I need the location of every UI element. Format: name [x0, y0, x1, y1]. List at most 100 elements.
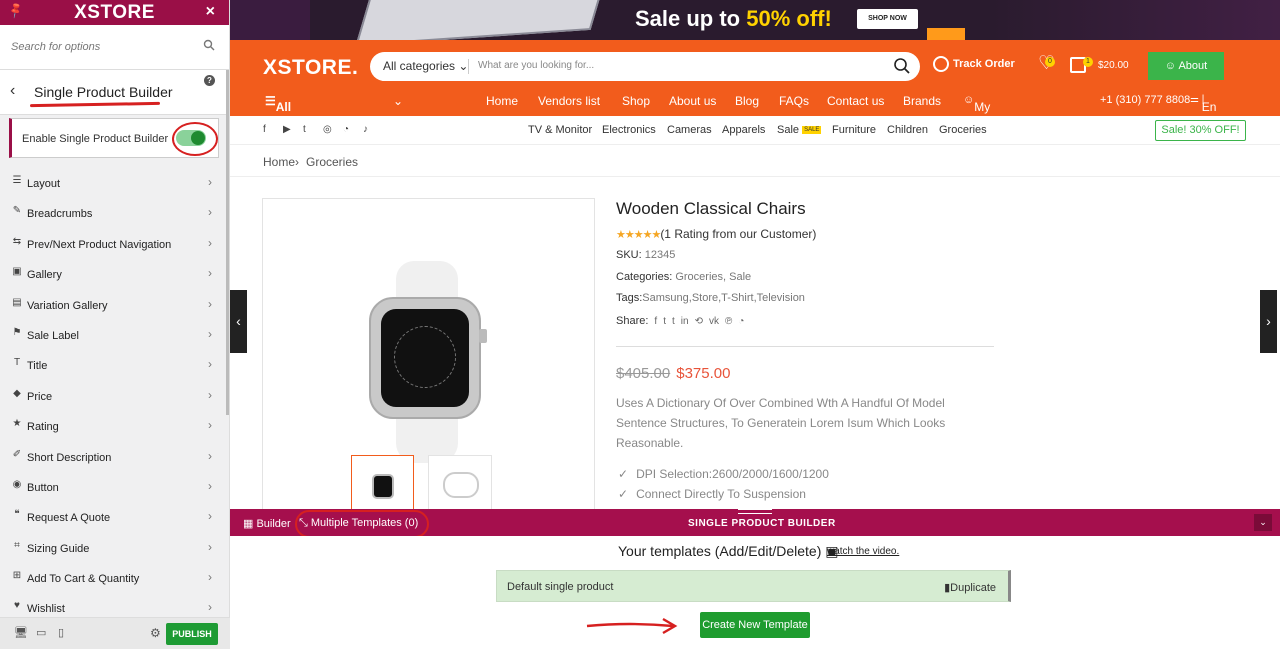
sidebar-scrollbar[interactable] — [226, 70, 229, 415]
sidebar-item-add-to-cart-quantity[interactable]: ⊞ Add To Cart & Quantity › — [0, 563, 230, 593]
linkedin-icon[interactable]: in — [681, 316, 689, 327]
category-link[interactable]: TV & Monitor — [528, 124, 592, 136]
twitter-icon[interactable]: t — [303, 124, 306, 135]
back-arrow-icon[interactable]: ‹ — [10, 82, 15, 100]
category-select[interactable]: All categories ⌄ — [383, 59, 468, 73]
departments-menu[interactable]: ☰ All Departments — [265, 94, 349, 128]
category-link[interactable]: Groceries — [939, 124, 987, 136]
sidebar-search[interactable]: Search for options — [0, 25, 229, 70]
category-link[interactable]: Furniture — [832, 124, 876, 136]
mobile-preview-icon[interactable]: ▯ — [58, 626, 64, 639]
rating-stars-icon: ★★★★★ — [616, 229, 661, 241]
sale-offer-badge[interactable]: Sale! 30% OFF! — [1155, 120, 1246, 141]
cart-amount[interactable]: $20.00 — [1098, 60, 1129, 71]
publish-button[interactable]: PUBLISH — [166, 623, 218, 645]
whatsapp-icon[interactable]: ◔ — [343, 124, 349, 135]
nav-item-faqs[interactable]: FAQs — [779, 94, 809, 108]
watch-video-link[interactable]: watch the video. — [827, 546, 899, 557]
categories-value[interactable]: Groceries, Sale — [675, 271, 751, 283]
sidebar-item-sizing-guide[interactable]: ⌗ Sizing Guide › — [0, 533, 230, 563]
facebook-icon[interactable]: f — [263, 124, 266, 135]
product-rating: ★★★★★(1 Rating from our Customer) — [616, 227, 816, 241]
twitter-icon[interactable]: t — [663, 316, 666, 327]
desktop-preview-icon[interactable]: 🖥 — [14, 626, 28, 639]
product-categories: Categories: Groceries, Sale — [616, 271, 751, 283]
instagram-icon[interactable]: ◎ — [323, 124, 332, 135]
gear-icon[interactable]: ⚙ — [150, 626, 161, 640]
chevron-right-icon: › — [208, 387, 212, 402]
duplicate-button[interactable]: ▮Duplicate — [944, 581, 996, 594]
tumblr-icon[interactable]: t — [672, 316, 675, 327]
tablet-preview-icon[interactable]: ▭ — [36, 626, 46, 639]
share-icon[interactable]: ⟲ — [695, 316, 703, 327]
nav-item-shop[interactable]: Shop — [622, 94, 650, 108]
sidebar-item-layout[interactable]: ☰ Layout › — [0, 168, 230, 198]
tiktok-icon[interactable]: ♪ — [363, 124, 368, 135]
site-logo[interactable]: XSTORE. — [263, 56, 358, 80]
rating-text[interactable]: (1 Rating from our Customer) — [660, 227, 816, 241]
account-link[interactable]: ☺ My account — [963, 94, 1016, 128]
whatsapp-icon[interactable]: ◔ — [738, 316, 744, 327]
next-product-arrow[interactable]: › — [1260, 290, 1277, 353]
sidebar-item-label: Sale Label — [27, 329, 79, 342]
tags-value[interactable]: Samsung,Store,T-Shirt,Television — [642, 292, 805, 304]
chevron-down-icon[interactable]: ⌄ — [393, 94, 403, 108]
about-button[interactable]: ☺ About — [1148, 52, 1224, 80]
nav-item-brands[interactable]: Brands — [903, 94, 941, 108]
prev-product-arrow[interactable]: ‹ — [230, 290, 247, 353]
sidebar-item-label: Rating — [27, 421, 59, 434]
facebook-icon[interactable]: f — [654, 316, 657, 327]
category-strip: f ▶ t ◎ ◔ ♪ TV & Monitor Electronics Cam… — [230, 116, 1280, 145]
language-select[interactable]: ⚌ En | — [1190, 94, 1216, 114]
category-link-sale[interactable]: Sale SALE — [777, 124, 822, 136]
sidebar-item-prev-next-product-navigation[interactable]: ⇆ Prev/Next Product Navigation › — [0, 229, 230, 259]
product-thumbnail[interactable] — [428, 455, 492, 510]
pin-icon[interactable]: 📌 — [7, 1, 25, 20]
breadcrumb-home[interactable]: Home — [263, 155, 295, 169]
collapse-icon[interactable]: ⌄ — [1254, 514, 1272, 531]
search-placeholder[interactable]: Search for options — [11, 41, 100, 53]
sidebar-item-title[interactable]: T Title › — [0, 350, 230, 380]
drag-handle[interactable] — [738, 509, 772, 514]
search-icon[interactable] — [203, 39, 215, 51]
sidebar-footer: 🖥 ▭ ▯ ⚙ PUBLISH — [0, 617, 230, 649]
category-link[interactable]: Electronics — [602, 124, 656, 136]
nav-item-home[interactable]: Home — [486, 94, 518, 108]
pinterest-icon[interactable]: ℗ — [725, 316, 732, 327]
create-new-template-button[interactable]: Create New Template — [700, 612, 810, 638]
duplicate-label: Duplicate — [950, 582, 996, 594]
product-thumbnail[interactable] — [351, 455, 414, 510]
sidebar-item-button[interactable]: ◉ Button › — [0, 472, 230, 502]
promo-banner[interactable]: Sale up to 50% off! SHOP NOW — [230, 0, 1280, 40]
track-order-link[interactable]: Track Order — [933, 56, 1015, 72]
sidebar-item-request-a-quote[interactable]: ❝ Request A Quote › — [0, 502, 230, 532]
category-link[interactable]: Children — [887, 124, 928, 136]
sidebar-item-price[interactable]: ◆ Price › — [0, 381, 230, 411]
category-link[interactable]: Apparels — [722, 124, 765, 136]
nav-item-contact[interactable]: Contact us — [827, 94, 884, 108]
sidebar-item-sale-label[interactable]: ⚑ Sale Label › — [0, 320, 230, 350]
search-icon[interactable] — [893, 57, 911, 75]
template-row[interactable]: Default single product ▮Duplicate — [496, 570, 1011, 602]
nav-item-about[interactable]: About us — [669, 94, 716, 108]
sidebar-item-label: Button — [27, 481, 59, 494]
phone-number[interactable]: +1 (310) 777 8808 — [1100, 94, 1190, 106]
category-link[interactable]: Cameras — [667, 124, 712, 136]
sidebar-item-gallery[interactable]: ▣ Gallery › — [0, 259, 230, 289]
sale-badge: SALE — [802, 126, 822, 135]
page: 📌 XSTORE × Search for options ‹ Single P… — [0, 0, 1280, 649]
search-input[interactable]: What are you looking for... — [478, 60, 594, 71]
nav-item-vendors[interactable]: Vendors list — [538, 94, 600, 108]
builder-tab[interactable]: ▦ Builder — [243, 517, 291, 530]
sidebar-item-rating[interactable]: ★ Rating › — [0, 411, 230, 441]
shop-now-button[interactable]: SHOP NOW — [857, 9, 918, 29]
nav-item-blog[interactable]: Blog — [735, 94, 759, 108]
sidebar-item-short-description[interactable]: ✐ Short Description › — [0, 442, 230, 472]
wishlist-count-badge: 0 — [1045, 57, 1055, 67]
sidebar-item-breadcrumbs[interactable]: ✎ Breadcrumbs › — [0, 198, 230, 228]
youtube-icon[interactable]: ▶ — [283, 124, 291, 135]
sidebar-item-variation-gallery[interactable]: ▤ Variation Gallery › — [0, 290, 230, 320]
close-icon[interactable]: × — [206, 3, 215, 21]
help-icon[interactable]: ? — [204, 75, 215, 86]
vk-icon[interactable]: vk — [709, 316, 719, 327]
